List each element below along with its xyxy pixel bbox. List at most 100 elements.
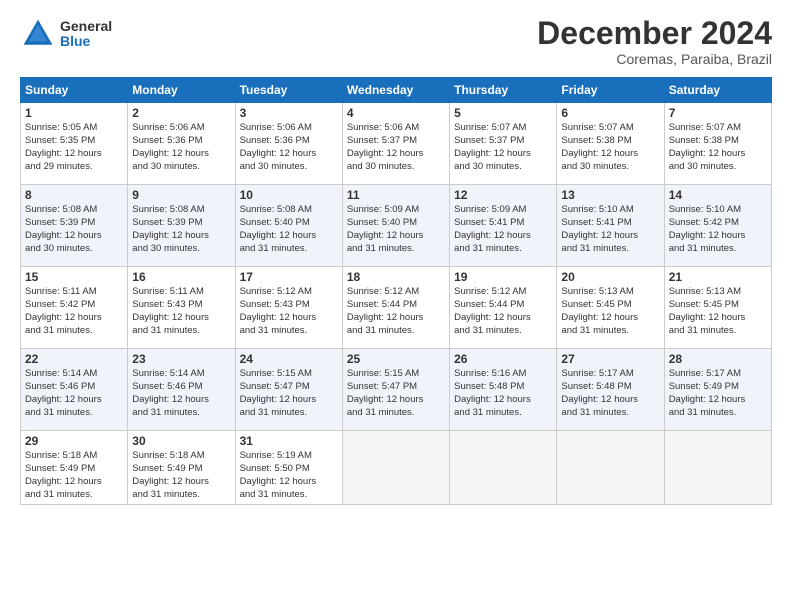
calendar-page: General Blue December 2024 Coremas, Para…: [0, 0, 792, 612]
day-info: Sunrise: 5:06 AMSunset: 5:37 PMDaylight:…: [347, 122, 445, 173]
calendar-day-cell: 29Sunrise: 5:18 AMSunset: 5:49 PMDayligh…: [21, 431, 128, 505]
day-info: Sunrise: 5:14 AMSunset: 5:46 PMDaylight:…: [25, 368, 123, 419]
calendar-day-cell: 10 Sunrise: 5:08 AMSunset: 5:40 PMDayligh…: [235, 185, 342, 267]
calendar-day-cell: 9Sunrise: 5:08 AMSunset: 5:39 PMDaylight…: [128, 185, 235, 267]
day-info: Sunrise: 5:17 AMSunset: 5:48 PMDaylight:…: [561, 368, 659, 419]
title-block: December 2024 Coremas, Paraiba, Brazil: [537, 16, 772, 67]
calendar-day-cell: 18 Sunrise: 5:12 AMSunset: 5:44 PMDayligh…: [342, 267, 449, 349]
logo-general: General: [60, 19, 112, 34]
weekday-header: Saturday: [664, 78, 771, 103]
month-title: December 2024: [537, 16, 772, 51]
day-info: Sunrise: 5:15 AMSunset: 5:47 PMDaylight:…: [347, 368, 445, 419]
day-number: 25: [347, 352, 445, 366]
day-info: Sunrise: 5:16 AMSunset: 5:48 PMDaylight:…: [454, 368, 552, 419]
day-info: Sunrise: 5:07 AMSunset: 5:38 PMDaylight:…: [561, 122, 659, 173]
logo-blue: Blue: [60, 34, 112, 49]
day-info: Sunrise: 5:15 AMSunset: 5:47 PMDaylight:…: [240, 368, 338, 419]
day-info: Sunrise: 5:07 AMSunset: 5:38 PMDaylight:…: [669, 122, 767, 173]
calendar-day-cell: 7 Sunrise: 5:07 AMSunset: 5:38 PMDaylight…: [664, 103, 771, 185]
calendar-table: SundayMondayTuesdayWednesdayThursdayFrid…: [20, 77, 772, 505]
calendar-day-cell: [557, 431, 664, 505]
day-info: Sunrise: 5:11 AMSunset: 5:43 PMDaylight:…: [132, 286, 230, 337]
day-number: 20: [561, 270, 659, 284]
weekday-header: Sunday: [21, 78, 128, 103]
logo-text: General Blue: [60, 19, 112, 50]
weekday-header: Friday: [557, 78, 664, 103]
day-number: 24: [240, 352, 338, 366]
day-info: Sunrise: 5:05 AMSunset: 5:35 PMDaylight:…: [25, 122, 123, 173]
day-info: Sunrise: 5:12 AMSunset: 5:44 PMDaylight:…: [454, 286, 552, 337]
calendar-day-cell: 26 Sunrise: 5:16 AMSunset: 5:48 PMDayligh…: [450, 349, 557, 431]
day-number: 6: [561, 106, 659, 120]
day-number: 23: [132, 352, 230, 366]
weekday-header: Monday: [128, 78, 235, 103]
calendar-day-cell: 16Sunrise: 5:11 AMSunset: 5:43 PMDayligh…: [128, 267, 235, 349]
calendar-day-cell: 25 Sunrise: 5:15 AMSunset: 5:47 PMDayligh…: [342, 349, 449, 431]
calendar-week-row: 15 Sunrise: 5:11 AMSunset: 5:42 PMDayligh…: [21, 267, 772, 349]
day-number: 8: [25, 188, 123, 202]
calendar-day-cell: 24 Sunrise: 5:15 AMSunset: 5:47 PMDayligh…: [235, 349, 342, 431]
day-number: 27: [561, 352, 659, 366]
day-number: 4: [347, 106, 445, 120]
day-info: Sunrise: 5:17 AMSunset: 5:49 PMDaylight:…: [669, 368, 767, 419]
day-number: 1: [25, 106, 123, 120]
day-number: 11: [347, 188, 445, 202]
day-info: Sunrise: 5:12 AMSunset: 5:43 PMDaylight:…: [240, 286, 338, 337]
day-number: 10: [240, 188, 338, 202]
calendar-day-cell: 27 Sunrise: 5:17 AMSunset: 5:48 PMDayligh…: [557, 349, 664, 431]
day-number: 12: [454, 188, 552, 202]
calendar-day-cell: 30Sunrise: 5:18 AMSunset: 5:49 PMDayligh…: [128, 431, 235, 505]
day-number: 26: [454, 352, 552, 366]
weekday-header-row: SundayMondayTuesdayWednesdayThursdayFrid…: [21, 78, 772, 103]
day-info: Sunrise: 5:06 AMSunset: 5:36 PMDaylight:…: [132, 122, 230, 173]
day-number: 18: [347, 270, 445, 284]
calendar-day-cell: 3 Sunrise: 5:06 AMSunset: 5:36 PMDaylight…: [235, 103, 342, 185]
calendar-day-cell: 31Sunrise: 5:19 AMSunset: 5:50 PMDayligh…: [235, 431, 342, 505]
day-number: 17: [240, 270, 338, 284]
calendar-day-cell: 1 Sunrise: 5:05 AMSunset: 5:35 PMDaylight…: [21, 103, 128, 185]
day-number: 7: [669, 106, 767, 120]
day-number: 19: [454, 270, 552, 284]
calendar-day-cell: 4 Sunrise: 5:06 AMSunset: 5:37 PMDaylight…: [342, 103, 449, 185]
day-info: Sunrise: 5:09 AMSunset: 5:41 PMDaylight:…: [454, 204, 552, 255]
day-info: Sunrise: 5:08 AMSunset: 5:39 PMDaylight:…: [25, 204, 123, 255]
day-info: Sunrise: 5:10 AMSunset: 5:42 PMDaylight:…: [669, 204, 767, 255]
day-info: Sunrise: 5:13 AMSunset: 5:45 PMDaylight:…: [669, 286, 767, 337]
weekday-header: Thursday: [450, 78, 557, 103]
day-number: 3: [240, 106, 338, 120]
calendar-day-cell: 20Sunrise: 5:13 AMSunset: 5:45 PMDayligh…: [557, 267, 664, 349]
calendar-day-cell: [664, 431, 771, 505]
day-number: 31: [240, 434, 338, 448]
day-info: Sunrise: 5:09 AMSunset: 5:40 PMDaylight:…: [347, 204, 445, 255]
day-info: Sunrise: 5:08 AMSunset: 5:39 PMDaylight:…: [132, 204, 230, 255]
calendar-day-cell: 15 Sunrise: 5:11 AMSunset: 5:42 PMDayligh…: [21, 267, 128, 349]
day-info: Sunrise: 5:18 AMSunset: 5:49 PMDaylight:…: [132, 450, 230, 501]
calendar-day-cell: 17 Sunrise: 5:12 AMSunset: 5:43 PMDayligh…: [235, 267, 342, 349]
day-number: 15: [25, 270, 123, 284]
logo: General Blue: [20, 16, 112, 52]
calendar-week-row: 8 Sunrise: 5:08 AMSunset: 5:39 PMDaylight…: [21, 185, 772, 267]
day-number: 13: [561, 188, 659, 202]
day-number: 5: [454, 106, 552, 120]
day-info: Sunrise: 5:12 AMSunset: 5:44 PMDaylight:…: [347, 286, 445, 337]
calendar-day-cell: 14Sunrise: 5:10 AMSunset: 5:42 PMDayligh…: [664, 185, 771, 267]
calendar-day-cell: 28Sunrise: 5:17 AMSunset: 5:49 PMDayligh…: [664, 349, 771, 431]
calendar-week-row: 29 Sunrise: 5:18 AMSunset: 5:49 PMDayligh…: [21, 431, 772, 505]
calendar-day-cell: 11 Sunrise: 5:09 AMSunset: 5:40 PMDayligh…: [342, 185, 449, 267]
weekday-header: Tuesday: [235, 78, 342, 103]
calendar-day-cell: [342, 431, 449, 505]
calendar-day-cell: 13 Sunrise: 5:10 AMSunset: 5:41 PMDayligh…: [557, 185, 664, 267]
day-number: 29: [25, 434, 123, 448]
day-info: Sunrise: 5:14 AMSunset: 5:46 PMDaylight:…: [132, 368, 230, 419]
location-subtitle: Coremas, Paraiba, Brazil: [537, 51, 772, 67]
day-info: Sunrise: 5:06 AMSunset: 5:36 PMDaylight:…: [240, 122, 338, 173]
day-info: Sunrise: 5:11 AMSunset: 5:42 PMDaylight:…: [25, 286, 123, 337]
calendar-day-cell: 21Sunrise: 5:13 AMSunset: 5:45 PMDayligh…: [664, 267, 771, 349]
calendar-day-cell: 5Sunrise: 5:07 AMSunset: 5:37 PMDaylight…: [450, 103, 557, 185]
day-info: Sunrise: 5:08 AMSunset: 5:40 PMDaylight:…: [240, 204, 338, 255]
logo-icon: [20, 16, 56, 52]
calendar-day-cell: 22 Sunrise: 5:14 AMSunset: 5:46 PMDayligh…: [21, 349, 128, 431]
weekday-header: Wednesday: [342, 78, 449, 103]
day-info: Sunrise: 5:10 AMSunset: 5:41 PMDaylight:…: [561, 204, 659, 255]
day-number: 22: [25, 352, 123, 366]
